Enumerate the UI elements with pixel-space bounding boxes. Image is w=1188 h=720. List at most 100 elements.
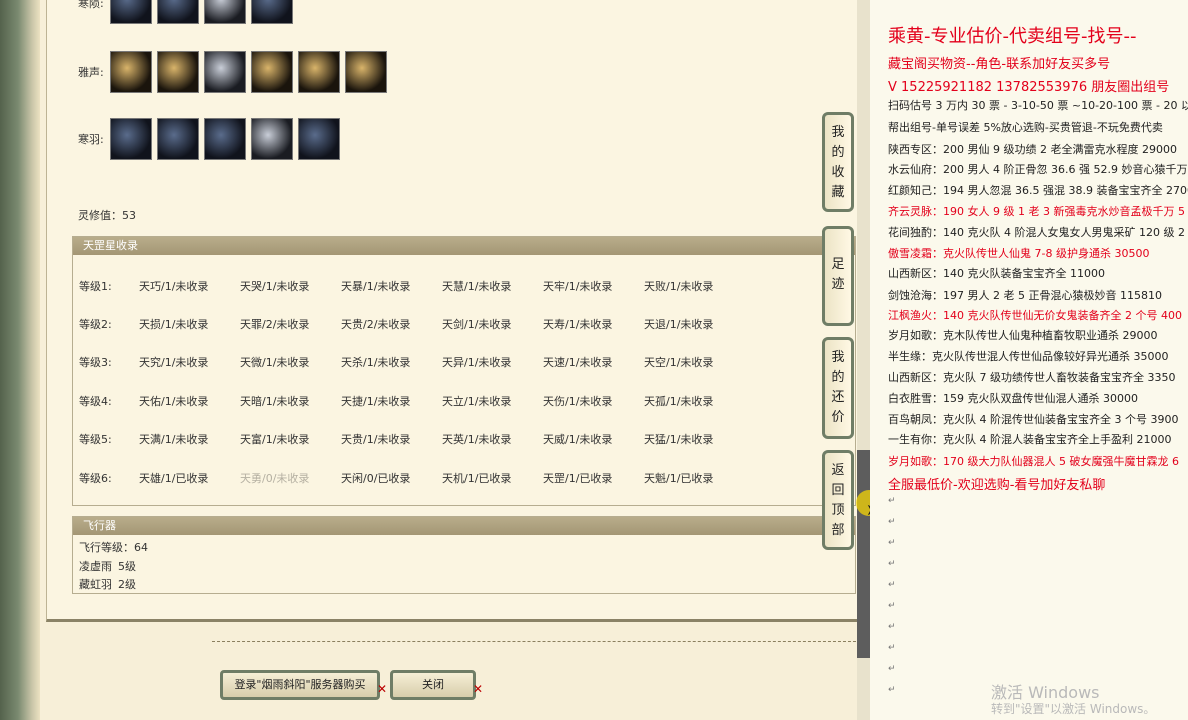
copper-armor-icon[interactable]: [298, 51, 340, 93]
tab-char: 顶: [831, 503, 845, 518]
silver-necklace-icon[interactable]: [204, 51, 246, 93]
gold-amulet-icon[interactable]: [345, 51, 387, 93]
document-line: 帮出组号-单号误差 5%放心选购-买贵管退-不玩免费代卖: [888, 121, 1163, 134]
equipment-row-yasheng: 雅声:: [78, 51, 392, 93]
document-line: 岁月如歌：克木队传世人仙鬼种植畜牧职业通杀 29000: [888, 329, 1158, 342]
paragraph-mark-icon: ↵: [888, 685, 896, 695]
tgx-cell: 天牢/1/未收录: [543, 280, 613, 293]
tab-footprint[interactable]: 足 迹: [822, 226, 854, 326]
paragraph-mark-icon: ↵: [888, 601, 896, 611]
tgx-cell: 天空/1/未收录: [644, 356, 714, 369]
tab-my-counteroffer[interactable]: 我 的 还 价: [822, 337, 854, 439]
windows-activation-hint: 转到"设置"以激活 Windows。: [991, 702, 1156, 716]
row-label: 雅声:: [78, 66, 104, 79]
tgx-cell: 天孤/1/未收录: [644, 395, 714, 408]
tgx-cell: 天贵/1/未收录: [341, 433, 411, 446]
tgx-cell: 天暴/1/未收录: [341, 280, 411, 293]
silver-ring-icon[interactable]: [204, 0, 246, 24]
back-to-top-button[interactable]: 返 回 顶 部: [822, 450, 854, 550]
window-frame: [0, 0, 40, 720]
document-line: 花间独酌：140 克火队 4 阶混人女鬼女人男鬼采矿 120 级 2: [888, 226, 1185, 239]
tab-char: 价: [831, 410, 845, 425]
blue-gem-icon[interactable]: [110, 0, 152, 24]
tgx-cell: 天闲/0/已收录: [341, 472, 411, 485]
tab-my-favorites[interactable]: 我 的 收 藏: [822, 112, 854, 212]
close-button[interactable]: 关闭 ✕: [390, 670, 483, 700]
document-line: 剑蚀沧海：197 男人 2 老 5 正骨混心猿极妙音 115810: [888, 289, 1162, 302]
tab-char: 还: [831, 390, 845, 405]
scrollbar-thumb[interactable]: [857, 450, 870, 658]
tab-char: 的: [831, 370, 845, 385]
level-label: 等级2:: [79, 318, 112, 331]
flyer-item: 藏虹羽 2级: [79, 576, 136, 592]
divider: [212, 641, 856, 642]
gold-charm-icon[interactable]: [157, 51, 199, 93]
tgx-cell: 天伤/1/未收录: [543, 395, 613, 408]
tab-char: 部: [831, 523, 845, 538]
flyer-item-value: 5级: [118, 560, 136, 573]
gold-mask-icon[interactable]: [251, 51, 293, 93]
document-line: 江枫渔火：140 克火队传世仙无价女鬼装备齐全 2 个号 400: [888, 309, 1182, 322]
document-line: 扫码估号 3 万内 30 票 - 3-10-50 票 ~10-20-100 票 …: [888, 99, 1188, 112]
tab-char: 返: [831, 463, 845, 478]
blue-claw-icon[interactable]: [110, 118, 152, 160]
row-label: 寒羽:: [78, 133, 104, 146]
document-line: 藏宝阁买物资--角色-联系加好友买多号: [888, 57, 1111, 72]
document-line: 傲雪凌霜：克火队传世人仙鬼 7-8 级护身通杀 30500: [888, 247, 1150, 260]
paragraph-mark-icon: ↵: [888, 580, 896, 590]
tianganxing-section: 天罡星收录 等级1: 天巧/1/未收录 天哭/1/未收录 天暴/1/未收录 天慧…: [72, 236, 856, 506]
document-line: 一生有你：克火队 4 阶混人装备宝宝齐全上手盈利 21000: [888, 433, 1172, 446]
gold-necklace-icon[interactable]: [110, 51, 152, 93]
blue-armor-icon[interactable]: [157, 0, 199, 24]
tab-char: 足: [831, 257, 845, 272]
flyer-item-name: 凌虚雨: [79, 560, 112, 573]
tgx-cell: 天哭/1/未收录: [240, 280, 310, 293]
blue-armor-icon[interactable]: [157, 118, 199, 160]
level-label: 等级5:: [79, 433, 112, 446]
document-line: 山西新区：140 克火队装备宝宝齐全 11000: [888, 267, 1105, 280]
blue-armor-icon[interactable]: [251, 0, 293, 24]
tgx-cell: 天暗/1/未收录: [240, 395, 310, 408]
login-buy-button[interactable]: 登录"烟雨斜阳"服务器购买 ✕: [220, 670, 387, 700]
lingxiu-value: 灵修值：53: [78, 209, 136, 222]
tgx-cell: 天剑/1/未收录: [442, 318, 512, 331]
document-title: 乘黄-专业估价-代卖组号-找号--: [888, 26, 1137, 47]
tab-char: 藏: [831, 185, 845, 200]
tgx-cell: 天英/1/未收录: [442, 433, 512, 446]
tab-char: 我: [831, 125, 845, 140]
blue-blade-icon[interactable]: [204, 118, 246, 160]
tgx-cell: 天退/1/未收录: [644, 318, 714, 331]
close-mark-icon: ✕: [376, 682, 387, 696]
tgx-cell: 天寿/1/未收录: [543, 318, 613, 331]
level-label: 等级6:: [79, 472, 112, 485]
tgx-cell: 天满/1/未收录: [139, 433, 209, 446]
tgx-cell: 天损/1/未收录: [139, 318, 209, 331]
level-label: 等级1:: [79, 280, 112, 293]
document-line: 齐云灵脉：190 女人 9 级 1 老 3 新强毒克水炒音孟极千万 5: [888, 205, 1185, 218]
button-label: 登录"烟雨斜阳"服务器购买: [234, 678, 366, 691]
paragraph-mark-icon: ↵: [888, 622, 896, 632]
tgx-cell: 天捷/1/未收录: [341, 395, 411, 408]
row-label: 寒陨:: [78, 0, 104, 10]
document-line: V 15225921182 13782553976 朋友圈出组号: [888, 80, 1170, 95]
tgx-cell: 天贵/2/未收录: [341, 318, 411, 331]
level-label: 等级4:: [79, 395, 112, 408]
silver-ring-icon[interactable]: [251, 118, 293, 160]
document-line: 白衣胜雪：159 克火队双盘传世仙混人通杀 30000: [888, 392, 1138, 405]
tab-char: 的: [831, 145, 845, 160]
document-line: 水云仙府：200 男人 4 阶正骨忽 36.6 强 52.9 妙音心猿千万: [888, 163, 1188, 176]
tab-char: 收: [831, 165, 845, 180]
flyer-item: 凌虚雨 5级: [79, 558, 136, 574]
flyer-level: 飞行等级：64: [79, 541, 148, 554]
document-line: 全服最低价-欢迎选购-看号加好友私聊: [888, 478, 1106, 493]
tab-char: 我: [831, 350, 845, 365]
tgx-cell: 天罡/1/已收录: [543, 472, 613, 485]
tgx-cell: 天罪/2/未收录: [240, 318, 310, 331]
game-window: 寒陨: 雅声: 寒羽: 灵修值：53 天罡星收录 等级1: 天巧/1/未收录 天…: [0, 0, 858, 720]
document-pane: 乘黄-专业估价-代卖组号-找号-- 藏宝阁买物资--角色-联系加好友买多号 V 1…: [870, 0, 1188, 720]
tgx-cell: 天巧/1/未收录: [139, 280, 209, 293]
blue-armor-icon[interactable]: [298, 118, 340, 160]
tgx-cell: 天魁/1/已收录: [644, 472, 714, 485]
tgx-cell: 天杀/1/未收录: [341, 356, 411, 369]
flyer-item-name: 藏虹羽: [79, 578, 112, 591]
